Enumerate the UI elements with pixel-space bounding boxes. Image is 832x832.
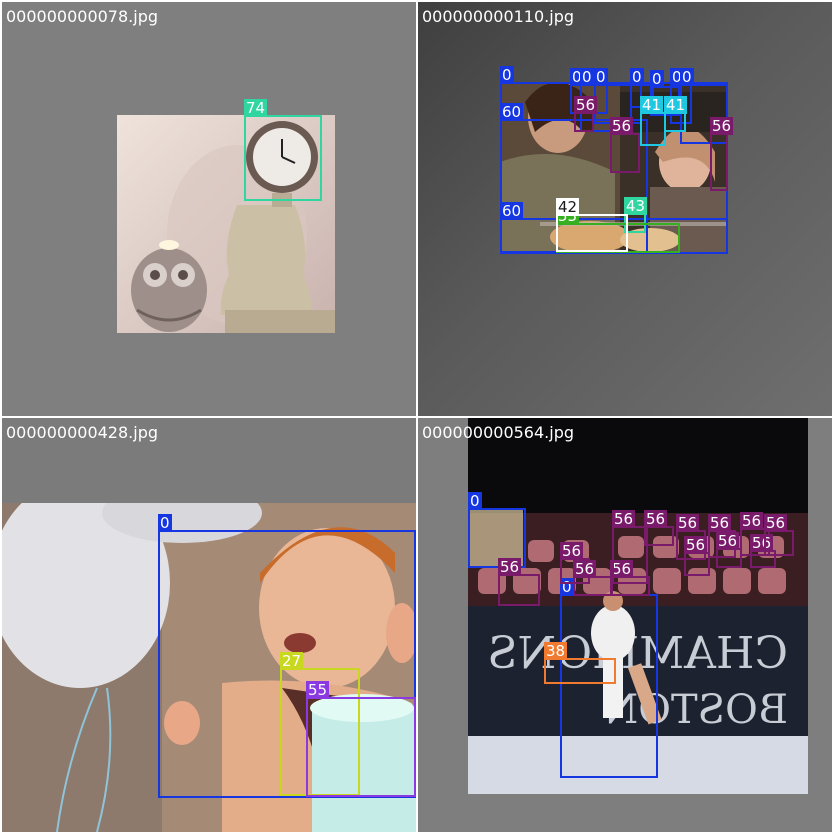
detection-label: 56	[573, 560, 597, 578]
detection-label: 0	[630, 68, 644, 86]
detection-box-chair: 56	[644, 510, 674, 546]
detection-label: 60	[500, 103, 524, 121]
detection-box-chair: 56	[716, 532, 742, 568]
detection-label: 0	[158, 514, 172, 532]
detection-label: 56	[716, 532, 740, 550]
detection-label: 0	[680, 68, 694, 86]
detection-label: 56	[612, 510, 636, 528]
detection-box-chair: 56	[498, 558, 540, 606]
detection-box-person: 0	[560, 578, 658, 778]
detection-box-cup: 41	[664, 96, 688, 132]
detection-label: 56	[560, 542, 584, 560]
detection-label: 41	[664, 96, 688, 114]
detection-label: 60	[500, 202, 524, 220]
filename-label: 000000000078.jpg	[6, 7, 158, 26]
detection-label: 74	[244, 99, 268, 117]
detection-label: 56	[498, 558, 522, 576]
detection-label: 0	[500, 66, 514, 84]
detection-label: 41	[640, 96, 664, 114]
mosaic-tile-4: CHAMPIONS BOSTON 000000000564.jpg 0 0 38…	[418, 418, 832, 832]
mosaic-tile-2: 000000000110.jpg 0 60 60 0 0 0 0 0 0 0 5…	[418, 2, 832, 416]
detection-box-chair: 56	[573, 560, 613, 596]
detection-label: 0	[580, 68, 594, 86]
filename-label: 000000000564.jpg	[422, 423, 574, 442]
detection-label: 56	[710, 117, 734, 135]
detection-box-cake: 55	[306, 681, 416, 797]
detection-box-chair: 56	[610, 117, 640, 173]
detection-box-chair: 56	[612, 510, 648, 584]
detection-label: 0	[468, 492, 482, 510]
detection-label: 42	[556, 198, 580, 216]
detection-box-tennis-racket: 38	[544, 642, 616, 684]
detection-label: 56	[740, 512, 764, 530]
detection-label: 56	[684, 536, 708, 554]
detection-box-chair: 56	[764, 514, 794, 556]
detection-box-chair: 56	[684, 536, 710, 576]
detection-box-chair: 56	[574, 96, 598, 132]
detection-box-clock: 74	[244, 99, 322, 201]
filename-label: 000000000428.jpg	[6, 423, 158, 442]
detection-label: 0	[594, 68, 608, 86]
detection-label: 0	[650, 70, 664, 88]
detection-label: 56	[644, 510, 668, 528]
mosaic-tile-1: 000000000078.jpg 74	[2, 2, 416, 416]
mosaic-tile-3: 000000000428.jpg 0 27 55	[2, 418, 416, 832]
detection-label: 56	[574, 96, 598, 114]
detection-label: 27	[280, 652, 304, 670]
detection-label: 55	[306, 681, 330, 699]
detection-box-fork: 42	[556, 198, 628, 252]
detection-label: 56	[708, 514, 732, 532]
detection-label: 43	[624, 197, 648, 215]
filename-label: 000000000110.jpg	[422, 7, 574, 26]
detection-box-cup: 41	[640, 96, 666, 146]
detection-box-chair: 56	[710, 117, 734, 191]
detection-label: 56	[764, 514, 788, 532]
detection-label: 38	[544, 642, 568, 660]
detection-label: 56	[610, 117, 634, 135]
detection-label: 56	[676, 514, 700, 532]
